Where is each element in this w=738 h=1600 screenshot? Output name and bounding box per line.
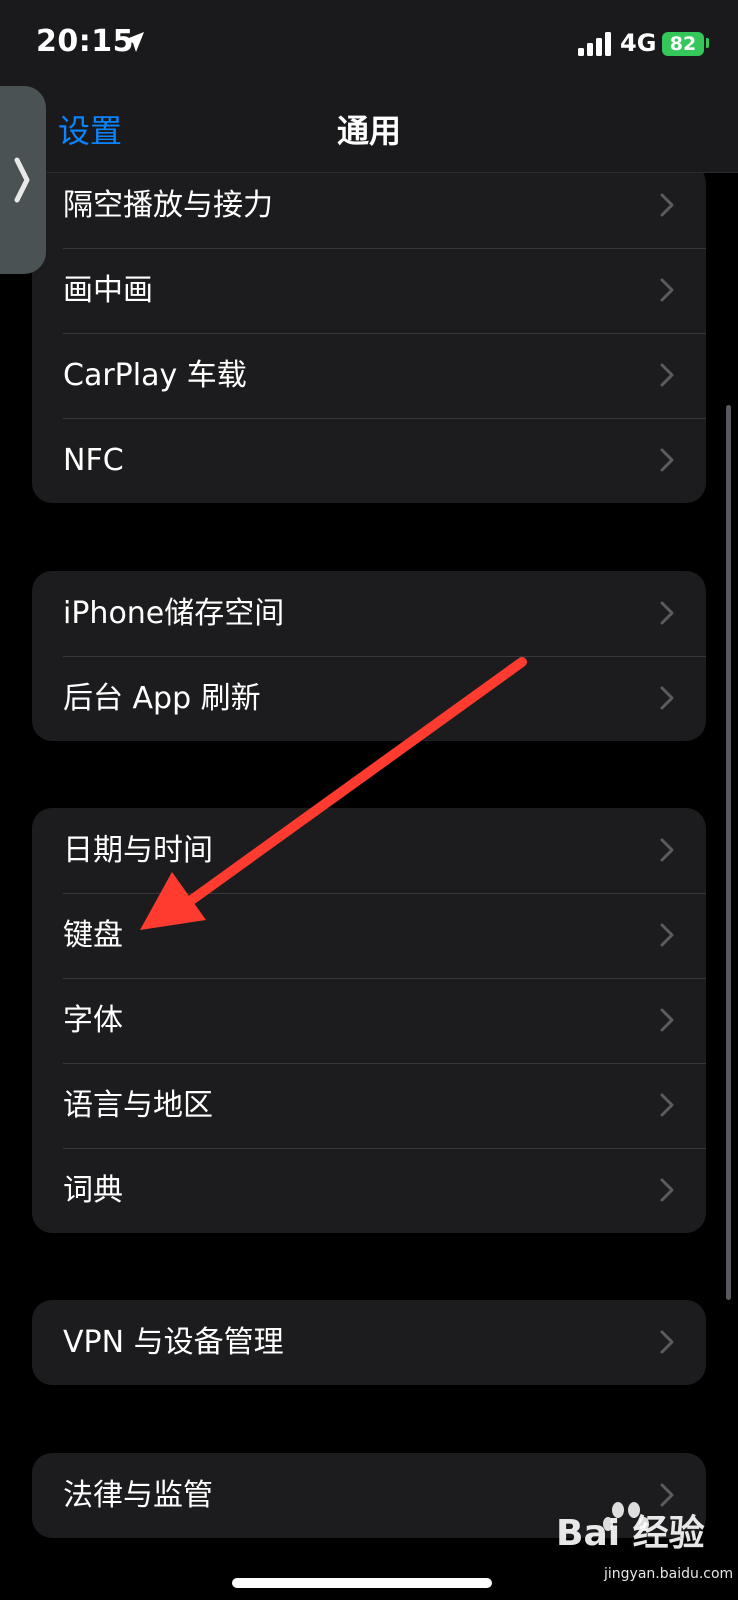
cellular-signal-icon	[578, 32, 611, 56]
chevron-right-icon	[14, 157, 30, 203]
navigation-bar: 20:15 4G 82 设置 通用	[0, 0, 738, 173]
home-indicator[interactable]	[232, 1578, 492, 1588]
page-title: 通用	[336, 112, 401, 150]
watermark-url: jingyan.baidu.com	[604, 1566, 734, 1582]
status-time: 20:15	[36, 24, 134, 59]
watermark-text: Bai 经验	[556, 1513, 705, 1554]
battery-icon: 82	[662, 32, 704, 56]
annotation-arrow	[140, 657, 527, 930]
side-drawer-handle[interactable]	[0, 86, 46, 274]
network-type: 4G	[620, 29, 657, 57]
status-bar: 20:15 4G 82	[0, 0, 738, 90]
battery-cap	[706, 38, 709, 48]
location-arrow-icon	[124, 32, 144, 52]
